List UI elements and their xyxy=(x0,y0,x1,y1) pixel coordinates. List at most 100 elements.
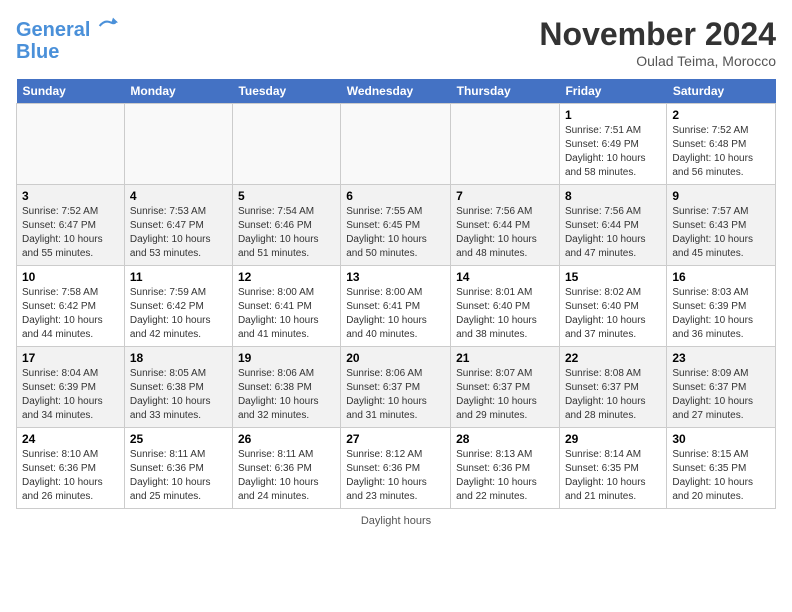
day-number: 26 xyxy=(238,432,335,446)
day-number: 4 xyxy=(130,189,227,203)
week-row-3: 10 Sunrise: 7:58 AM Sunset: 6:42 PM Dayli… xyxy=(17,266,776,347)
day-cell: 24Sunrise: 8:10 AM Sunset: 6:36 PM Dayli… xyxy=(17,428,125,509)
day-number: 2 xyxy=(672,108,770,122)
day-cell: 2Sunrise: 7:52 AM Sunset: 6:48 PM Daylig… xyxy=(667,104,776,185)
day-info: Sunrise: 8:09 AM Sunset: 6:37 PM Dayligh… xyxy=(672,368,753,421)
day-cell xyxy=(451,104,560,185)
day-info: Sunrise: 7:53 AM Sunset: 6:47 PM Dayligh… xyxy=(130,206,211,259)
weekday-saturday: Saturday xyxy=(667,79,776,104)
weekday-thursday: Thursday xyxy=(451,79,560,104)
day-cell: 3 Sunrise: 7:52 AM Sunset: 6:47 PM Daylig… xyxy=(17,185,125,266)
logo: General Blue xyxy=(16,16,118,63)
day-info: Sunrise: 7:55 AM Sunset: 6:45 PM Dayligh… xyxy=(346,206,427,259)
day-info: Sunrise: 8:00 AM Sunset: 6:41 PM Dayligh… xyxy=(346,287,427,340)
day-cell: 15 Sunrise: 8:02 AM Sunset: 6:40 PM Dayli… xyxy=(559,266,666,347)
day-number: 5 xyxy=(238,189,335,203)
day-number: 25 xyxy=(130,432,227,446)
day-info: Sunrise: 8:11 AM Sunset: 6:36 PM Dayligh… xyxy=(130,449,211,502)
day-number: 24 xyxy=(22,432,119,446)
day-cell: 28 Sunrise: 8:13 AM Sunset: 6:36 PM Dayli… xyxy=(451,428,560,509)
day-cell xyxy=(124,104,232,185)
day-cell: 14 Sunrise: 8:01 AM Sunset: 6:40 PM Dayli… xyxy=(451,266,560,347)
day-cell: 23 Sunrise: 8:09 AM Sunset: 6:37 PM Dayli… xyxy=(667,347,776,428)
week-row-1: 1 Sunrise: 7:51 AM Sunset: 6:49 PM Daylig… xyxy=(17,104,776,185)
day-info: Sunrise: 7:54 AM Sunset: 6:46 PM Dayligh… xyxy=(238,206,319,259)
day-info: Sunrise: 7:57 AM Sunset: 6:43 PM Dayligh… xyxy=(672,206,753,259)
calendar-body: 1 Sunrise: 7:51 AM Sunset: 6:49 PM Daylig… xyxy=(17,104,776,509)
day-info: Sunrise: 8:05 AM Sunset: 6:38 PM Dayligh… xyxy=(130,368,211,421)
day-number: 28 xyxy=(456,432,554,446)
day-cell xyxy=(17,104,125,185)
day-cell: 13 Sunrise: 8:00 AM Sunset: 6:41 PM Dayli… xyxy=(341,266,451,347)
day-info: Sunrise: 7:56 AM Sunset: 6:44 PM Dayligh… xyxy=(456,206,537,259)
day-info: Sunrise: 7:58 AM Sunset: 6:42 PM Dayligh… xyxy=(22,287,103,340)
day-cell: 10 Sunrise: 7:58 AM Sunset: 6:42 PM Dayli… xyxy=(17,266,125,347)
day-number: 16 xyxy=(672,270,770,284)
day-cell: 12 Sunrise: 8:00 AM Sunset: 6:41 PM Dayli… xyxy=(232,266,340,347)
day-number: 18 xyxy=(130,351,227,365)
day-info: Sunrise: 8:14 AM Sunset: 6:35 PM Dayligh… xyxy=(565,449,646,502)
day-cell xyxy=(341,104,451,185)
day-number: 20 xyxy=(346,351,445,365)
day-cell: 16 Sunrise: 8:03 AM Sunset: 6:39 PM Dayli… xyxy=(667,266,776,347)
day-info: Sunrise: 7:52 AM Sunset: 6:47 PM Dayligh… xyxy=(22,206,103,259)
logo-icon xyxy=(98,16,118,36)
day-cell: 17Sunrise: 8:04 AM Sunset: 6:39 PM Dayli… xyxy=(17,347,125,428)
calendar-table: SundayMondayTuesdayWednesdayThursdayFrid… xyxy=(16,79,776,509)
day-info: Sunrise: 8:01 AM Sunset: 6:40 PM Dayligh… xyxy=(456,287,537,340)
day-cell: 7 Sunrise: 7:56 AM Sunset: 6:44 PM Daylig… xyxy=(451,185,560,266)
day-info: Sunrise: 8:06 AM Sunset: 6:37 PM Dayligh… xyxy=(346,368,427,421)
day-number: 1 xyxy=(565,108,661,122)
title-block: November 2024 Oulad Teima, Morocco xyxy=(539,16,776,69)
day-info: Sunrise: 8:12 AM Sunset: 6:36 PM Dayligh… xyxy=(346,449,427,502)
day-cell: 26Sunrise: 8:11 AM Sunset: 6:36 PM Dayli… xyxy=(232,428,340,509)
day-info: Sunrise: 8:13 AM Sunset: 6:36 PM Dayligh… xyxy=(456,449,537,502)
day-cell: 30Sunrise: 8:15 AM Sunset: 6:35 PM Dayli… xyxy=(667,428,776,509)
day-cell: 18 Sunrise: 8:05 AM Sunset: 6:38 PM Dayli… xyxy=(124,347,232,428)
day-number: 13 xyxy=(346,270,445,284)
day-info: Sunrise: 7:56 AM Sunset: 6:44 PM Dayligh… xyxy=(565,206,646,259)
day-info: Sunrise: 7:51 AM Sunset: 6:49 PM Dayligh… xyxy=(565,125,646,178)
day-number: 19 xyxy=(238,351,335,365)
day-info: Sunrise: 8:03 AM Sunset: 6:39 PM Dayligh… xyxy=(672,287,753,340)
day-number: 14 xyxy=(456,270,554,284)
day-number: 7 xyxy=(456,189,554,203)
day-number: 17 xyxy=(22,351,119,365)
day-number: 11 xyxy=(130,270,227,284)
day-number: 27 xyxy=(346,432,445,446)
day-cell: 6 Sunrise: 7:55 AM Sunset: 6:45 PM Daylig… xyxy=(341,185,451,266)
footer-note: Daylight hours xyxy=(16,515,776,527)
day-cell: 27 Sunrise: 8:12 AM Sunset: 6:36 PM Dayli… xyxy=(341,428,451,509)
day-cell: 5 Sunrise: 7:54 AM Sunset: 6:46 PM Daylig… xyxy=(232,185,340,266)
day-cell: 11Sunrise: 7:59 AM Sunset: 6:42 PM Dayli… xyxy=(124,266,232,347)
day-cell: 22Sunrise: 8:08 AM Sunset: 6:37 PM Dayli… xyxy=(559,347,666,428)
weekday-wednesday: Wednesday xyxy=(341,79,451,104)
day-info: Sunrise: 8:06 AM Sunset: 6:38 PM Dayligh… xyxy=(238,368,319,421)
day-number: 15 xyxy=(565,270,661,284)
day-info: Sunrise: 8:07 AM Sunset: 6:37 PM Dayligh… xyxy=(456,368,537,421)
day-cell: 21Sunrise: 8:07 AM Sunset: 6:37 PM Dayli… xyxy=(451,347,560,428)
month-title: November 2024 xyxy=(539,16,776,53)
day-info: Sunrise: 8:08 AM Sunset: 6:37 PM Dayligh… xyxy=(565,368,646,421)
day-number: 9 xyxy=(672,189,770,203)
day-number: 12 xyxy=(238,270,335,284)
day-cell: 1 Sunrise: 7:51 AM Sunset: 6:49 PM Daylig… xyxy=(559,104,666,185)
weekday-monday: Monday xyxy=(124,79,232,104)
day-number: 3 xyxy=(22,189,119,203)
weekday-header-row: SundayMondayTuesdayWednesdayThursdayFrid… xyxy=(17,79,776,104)
day-cell: 19 Sunrise: 8:06 AM Sunset: 6:38 PM Dayli… xyxy=(232,347,340,428)
logo-general: General xyxy=(16,19,90,41)
day-number: 29 xyxy=(565,432,661,446)
day-number: 30 xyxy=(672,432,770,446)
week-row-4: 17Sunrise: 8:04 AM Sunset: 6:39 PM Dayli… xyxy=(17,347,776,428)
weekday-friday: Friday xyxy=(559,79,666,104)
day-number: 23 xyxy=(672,351,770,365)
day-cell: 9 Sunrise: 7:57 AM Sunset: 6:43 PM Daylig… xyxy=(667,185,776,266)
day-info: Sunrise: 8:02 AM Sunset: 6:40 PM Dayligh… xyxy=(565,287,646,340)
day-cell: 20 Sunrise: 8:06 AM Sunset: 6:37 PM Dayli… xyxy=(341,347,451,428)
logo-blue: Blue xyxy=(16,41,118,63)
day-number: 10 xyxy=(22,270,119,284)
day-number: 6 xyxy=(346,189,445,203)
day-cell: 8Sunrise: 7:56 AM Sunset: 6:44 PM Daylig… xyxy=(559,185,666,266)
day-info: Sunrise: 8:00 AM Sunset: 6:41 PM Dayligh… xyxy=(238,287,319,340)
